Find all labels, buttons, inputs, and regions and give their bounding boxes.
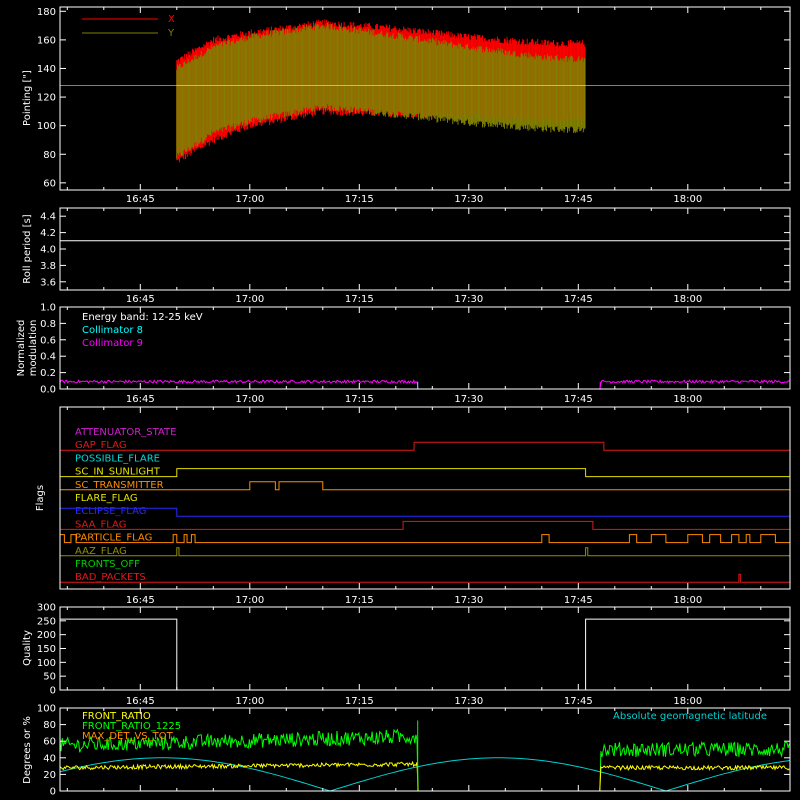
y-tick-label: 0 [50,787,56,798]
x-tick-label: 16:45 [126,595,155,606]
y-tick-label: 80 [43,720,56,731]
legend-energy-band: Energy band: 12-25 keV [82,312,203,323]
flag-label: SAA_FLAG [75,519,126,530]
x-tick-label: 17:30 [454,194,483,205]
y-tick-label: 100 [37,121,56,132]
x-tick-label: 17:30 [454,595,483,606]
flag-label: SC_TRANSMITTER [75,480,164,491]
x-tick-label: 16:45 [126,294,155,305]
modulation-ylabel-line1: Normalized [16,320,27,377]
x-tick-label: 17:15 [345,595,374,606]
x-tick-label: 17:00 [235,696,264,707]
y-tick-label: 80 [43,150,56,161]
y-tick-label: 120 [37,93,56,104]
x-tick-label: 18:00 [673,595,702,606]
y-tick-label: 0.8 [40,319,56,330]
y-tick-label: 0.2 [40,368,56,379]
y-tick-label: 20 [43,770,56,781]
x-tick-label: 18:00 [673,394,702,405]
x-tick-label: 17:15 [345,696,374,707]
y-tick-label: 0.4 [40,352,56,363]
flag-label: FLARE_FLAG [75,493,138,504]
y-tick-label: 60 [43,737,56,748]
legend-collimator-9: Collimator 9 [82,338,143,349]
y-tick-label: 100 [37,658,56,669]
ratios-ylabel: Degrees or % [22,716,33,784]
y-tick-label: 0 [50,686,56,697]
x-tick-label: 17:15 [345,294,374,305]
flag-label: POSSIBLE_FLARE [75,453,160,464]
y-tick-label: 50 [43,672,56,683]
x-tick-label: 18:00 [673,294,702,305]
pointing-ylabel: Pointing ["] [22,70,33,126]
x-tick-label: 17:45 [564,294,593,305]
legend-y-label: Y [167,28,175,39]
x-tick-label: 17:15 [345,194,374,205]
y-tick-label: 1.0 [40,303,56,314]
x-tick-label: 16:45 [126,696,155,707]
y-tick-label: 160 [37,35,56,46]
x-tick-label: 17:00 [235,595,264,606]
y-tick-label: 150 [37,644,56,655]
flag-label: GAP_FLAG [75,440,127,451]
flag-label: FRONTS_OFF [75,559,140,570]
y-tick-label: 180 [37,7,56,18]
y-tick-label: 0.0 [40,385,56,396]
x-tick-label: 18:00 [673,194,702,205]
x-tick-label: 16:45 [126,194,155,205]
quality-ylabel: Quality [22,630,33,666]
x-tick-label: 17:45 [564,595,593,606]
flag-label: ATTENUATOR_STATE [75,427,176,438]
flag-label: BAD_PACKETS [75,572,146,583]
x-tick-label: 18:00 [673,696,702,707]
flag-label: SC_IN_SUNLIGHT [75,467,161,478]
y-tick-label: 4.2 [40,228,56,239]
x-tick-label: 17:15 [345,394,374,405]
x-tick-label: 17:45 [564,194,593,205]
modulation-ylabel-line2: modulation [28,320,39,377]
x-tick-label: 17:45 [564,696,593,707]
y-tick-label: 140 [37,64,56,75]
y-tick-label: 200 [37,630,56,641]
figure: 60 80 100 120 140 160 180 16:45 17:00 17:15 17:30… [0,0,800,800]
y-tick-label: 100 [37,704,56,715]
x-tick-label: 17:00 [235,194,264,205]
y-tick-label: 300 [37,603,56,614]
legend-collimator-8: Collimator 8 [82,325,143,336]
legend-x-label: X [168,14,175,25]
x-tick-label: 17:45 [564,394,593,405]
flag-label: PARTICLE_FLAG [75,533,152,544]
flags-ylabel: Flags [35,485,46,511]
legend-geomag: Absolute geomagnetic latitude [613,711,767,722]
flag-label: ECLIPSE_FLAG [75,506,146,517]
y-tick-label: 3.8 [40,261,56,272]
x-tick-label: 17:30 [454,394,483,405]
flag-label: AAZ_FLAG [75,546,127,557]
y-tick-label: 250 [37,616,56,627]
y-tick-label: 4.4 [40,212,56,223]
x-tick-label: 17:30 [454,294,483,305]
y-tick-label: 60 [43,178,56,189]
y-tick-label: 0.6 [40,335,56,346]
x-tick-label: 16:45 [126,394,155,405]
roll-ylabel: Roll period [s] [22,214,33,283]
x-tick-label: 17:30 [454,696,483,707]
x-tick-label: 17:00 [235,394,264,405]
y-tick-label: 3.6 [40,277,56,288]
y-tick-label: 40 [43,753,56,764]
y-tick-label: 4.0 [40,245,56,256]
legend-max-det: MAX_DET_VS_TOT [82,731,174,742]
x-tick-label: 17:00 [235,294,264,305]
